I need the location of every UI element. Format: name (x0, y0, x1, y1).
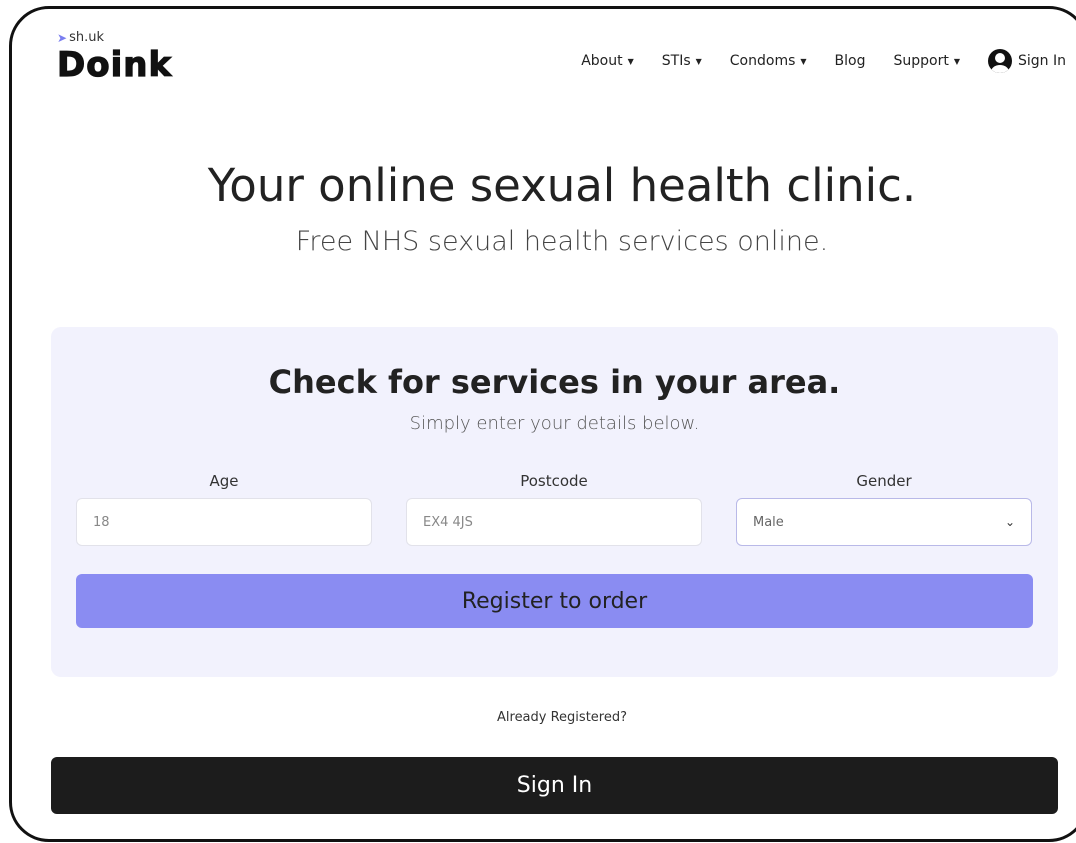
main-nav: About ▼ STIs ▼ Condoms ▼ Blog Support ▼ … (581, 49, 1066, 73)
logo-name: Doink (56, 45, 173, 85)
nav-item-support[interactable]: Support ▼ (894, 53, 961, 69)
nav-item-condoms[interactable]: Condoms ▼ (730, 53, 807, 69)
caret-down-icon: ▼ (695, 56, 702, 66)
chevron-right-icon: ➤ (57, 31, 68, 45)
logo-prefix: ➤ sh.uk (57, 30, 172, 46)
signin-button[interactable]: Sign In (51, 757, 1058, 814)
caret-down-icon: ▼ (800, 56, 807, 66)
chevron-down-icon: ⌄ (1004, 515, 1015, 529)
age-placeholder: 18 (93, 514, 110, 530)
nav-signin-label: Sign In (1018, 53, 1066, 69)
gender-label: Gender (856, 472, 912, 490)
service-check-card: Check for services in your area. Simply … (51, 327, 1058, 677)
nav-item-label: Blog (834, 53, 866, 69)
age-label: Age (209, 472, 239, 490)
card-subtitle: Simply enter your details below. (409, 413, 700, 434)
nav-signin-link[interactable]: Sign In (988, 49, 1066, 73)
nav-item-label: STIs (661, 53, 691, 69)
nav-item-blog[interactable]: Blog (835, 53, 866, 69)
user-circle-icon (988, 49, 1012, 73)
logo[interactable]: ➤ sh.uk Doink (56, 30, 173, 85)
postcode-input[interactable]: EX4 4JS (406, 498, 702, 546)
gender-select[interactable]: Male ⌄ (736, 498, 1032, 546)
page-frame: ➤ sh.uk Doink About ▼ STIs ▼ Condoms ▼ B… (9, 6, 1076, 842)
nav-item-stis[interactable]: STIs ▼ (662, 53, 702, 69)
caret-down-icon: ▼ (627, 56, 634, 66)
postcode-label: Postcode (520, 472, 588, 490)
nav-item-label: About (581, 53, 623, 69)
age-input[interactable]: 18 (76, 498, 372, 546)
card-title: Check for services in your area. (268, 363, 841, 401)
postcode-placeholder: EX4 4JS (423, 514, 473, 530)
nav-item-label: Condoms (729, 53, 796, 69)
hero-subtitle: Free NHS sexual health services online. (295, 226, 829, 257)
nav-item-about[interactable]: About ▼ (581, 53, 634, 69)
gender-selected-value: Male (753, 514, 784, 530)
nav-item-label: Support (893, 53, 949, 69)
logo-prefix-text: sh.uk (69, 30, 104, 45)
already-registered-text: Already Registered? (497, 710, 627, 725)
caret-down-icon: ▼ (953, 56, 960, 66)
hero-title: Your online sexual health clinic. (207, 159, 917, 212)
register-button[interactable]: Register to order (76, 574, 1033, 628)
